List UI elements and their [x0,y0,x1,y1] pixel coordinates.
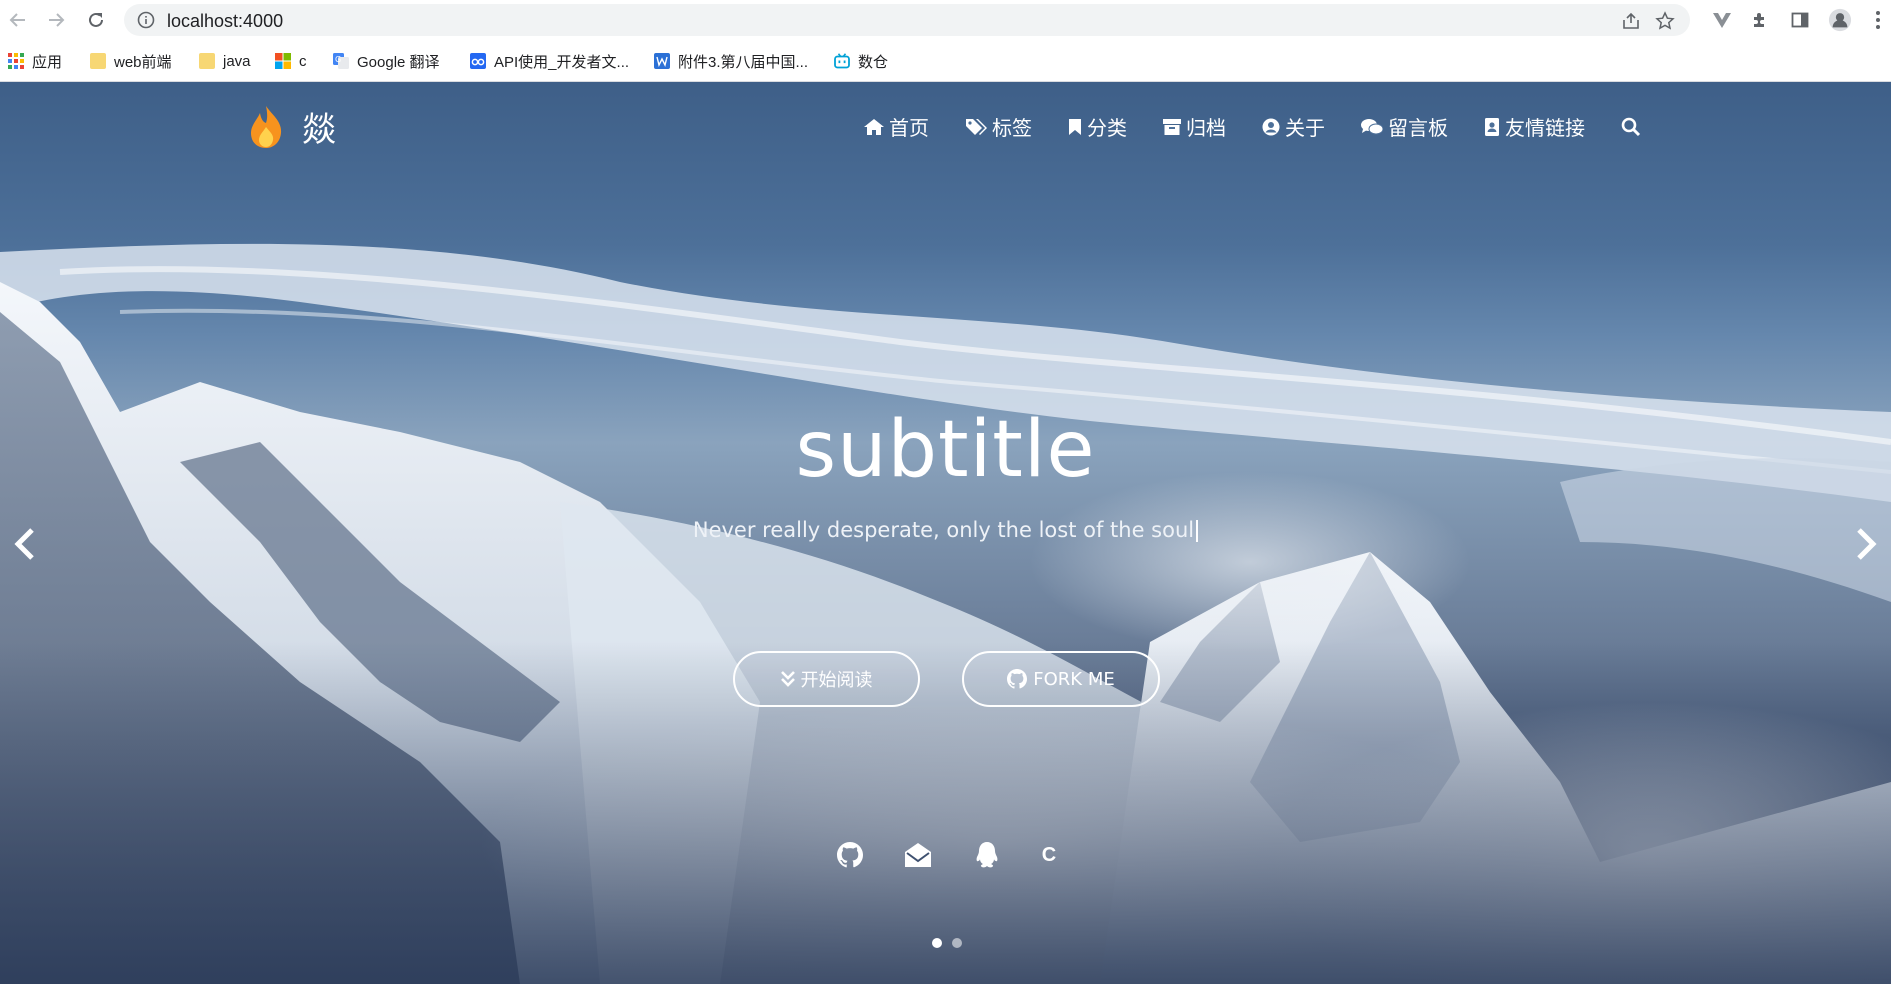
reload-icon [89,12,103,27]
reload-button[interactable] [82,6,110,34]
flame-icon [251,105,282,148]
bookmark-attachment-doc[interactable]: 附件3.第八届中国... [654,48,808,74]
browser-chrome: localhost:4000 应用 web前端 java c G Google … [0,0,1891,82]
home-icon [864,118,884,135]
user-circle-icon [1262,118,1280,135]
envelope-open-icon [905,843,931,867]
bookmark-label: c [299,52,307,70]
hero-banner: 燚 首页 标签 分类 归档 关于 留言板 友情链接 subtitle Never… [0,82,1891,984]
bookmark-icon [1069,118,1081,135]
nav-guestbook[interactable]: 留言板 [1361,112,1448,141]
nav-label: 标签 [992,116,1032,140]
bookmark-apps[interactable]: 应用 [8,48,62,74]
api-docs-icon [470,53,486,69]
bookmark-label: java [223,52,251,70]
bookmark-api-docs[interactable]: API使用_开发者文... [470,48,629,74]
star-icon[interactable] [1654,10,1676,32]
site-info-icon[interactable] [136,10,156,30]
apps-grid-icon [8,53,24,69]
nav-search[interactable] [1621,112,1641,141]
nav-label: 首页 [889,116,929,140]
fork-me-label: FORK ME [1033,668,1115,690]
hero-subtitle: Never really desperate, only the lost of… [0,518,1891,542]
github-icon [837,842,863,868]
nav-label: 归档 [1186,116,1226,140]
carousel-dot-2[interactable] [952,938,962,948]
search-icon [1621,117,1641,136]
side-panel-icon[interactable] [1788,8,1812,32]
bookmark-label: 数仓 [858,53,889,71]
bookmark-google-translate[interactable]: G Google 翻译 [333,48,440,74]
carousel-indicators [932,938,962,948]
hero-title: subtitle [795,405,1096,495]
nav-tags[interactable]: 标签 [965,112,1032,141]
google-translate-icon: G [333,53,349,69]
carousel-prev-arrow-icon[interactable] [6,524,46,564]
carousel-next-arrow-icon[interactable] [1845,524,1885,564]
more-menu-icon[interactable] [1866,8,1890,32]
svg-text:G: G [335,55,341,64]
comments-icon [1361,118,1383,134]
arrow-right-icon [49,13,65,27]
bookmark-label: Google 翻译 [357,53,440,71]
typing-cursor [1196,520,1199,542]
nav-label: 友情链接 [1505,116,1585,140]
site-logo[interactable]: 燚 [248,102,336,151]
main-nav: 首页 标签 分类 归档 关于 留言板 友情链接 [864,112,1677,141]
github-icon [1007,669,1028,689]
address-book-icon [1485,117,1499,136]
bookmark-c[interactable]: c [275,48,307,74]
nav-categories[interactable]: 分类 [1068,112,1127,141]
nav-about[interactable]: 关于 [1262,112,1325,141]
csdn-link[interactable]: C [1034,840,1064,870]
forward-button[interactable] [42,6,70,34]
nav-friend-links[interactable]: 友情链接 [1484,112,1585,141]
qq-penguin-icon [976,842,998,868]
start-reading-button[interactable]: 开始阅读 [733,651,920,707]
vue-devtools-icon[interactable] [1710,8,1734,32]
nav-label: 关于 [1285,116,1325,140]
nav-archive[interactable]: 归档 [1163,112,1226,141]
bookmark-data-warehouse[interactable]: 数仓 [834,48,888,74]
bookmark-label: web前端 [114,53,172,71]
double-chevron-down-icon [780,671,795,687]
hero-subtitle-text: Never really desperate, only the lost of… [692,518,1195,542]
url-text[interactable]: localhost:4000 [167,11,283,32]
word-doc-icon [654,53,670,69]
bookmark-label: 应用 [32,53,63,71]
arrow-left-icon [9,13,25,27]
github-link[interactable] [835,840,865,870]
share-icon[interactable] [1620,10,1642,32]
profile-avatar-icon[interactable] [1828,8,1852,32]
qq-link[interactable] [972,840,1002,870]
carousel-dot-1[interactable] [932,938,942,948]
address-bar[interactable]: localhost:4000 [124,4,1690,36]
bookmark-label: 附件3.第八届中国... [678,53,809,71]
bookmark-java[interactable]: java [199,48,251,74]
back-button[interactable] [4,6,32,34]
browser-toolbar: localhost:4000 [0,0,1891,40]
archive-icon [1163,118,1181,135]
bookmark-web-frontend[interactable]: web前端 [90,48,172,74]
site-name: 燚 [302,110,336,150]
folder-icon [199,53,215,69]
bookmarks-bar: 应用 web前端 java c G Google 翻译 API使用_开发者文..… [0,44,1891,78]
bookmark-label: API使用_开发者文... [494,53,630,71]
tags-icon [966,118,987,135]
start-reading-label: 开始阅读 [800,670,873,691]
nav-label: 分类 [1087,116,1127,140]
fork-me-button[interactable]: FORK ME [962,651,1160,707]
windows-logo-icon [275,53,291,69]
nav-home[interactable]: 首页 [864,112,929,141]
bilibili-icon [834,53,850,69]
nav-label: 留言板 [1388,116,1448,140]
extensions-icon[interactable] [1748,8,1772,32]
folder-icon [90,53,106,69]
email-link[interactable] [903,840,933,870]
